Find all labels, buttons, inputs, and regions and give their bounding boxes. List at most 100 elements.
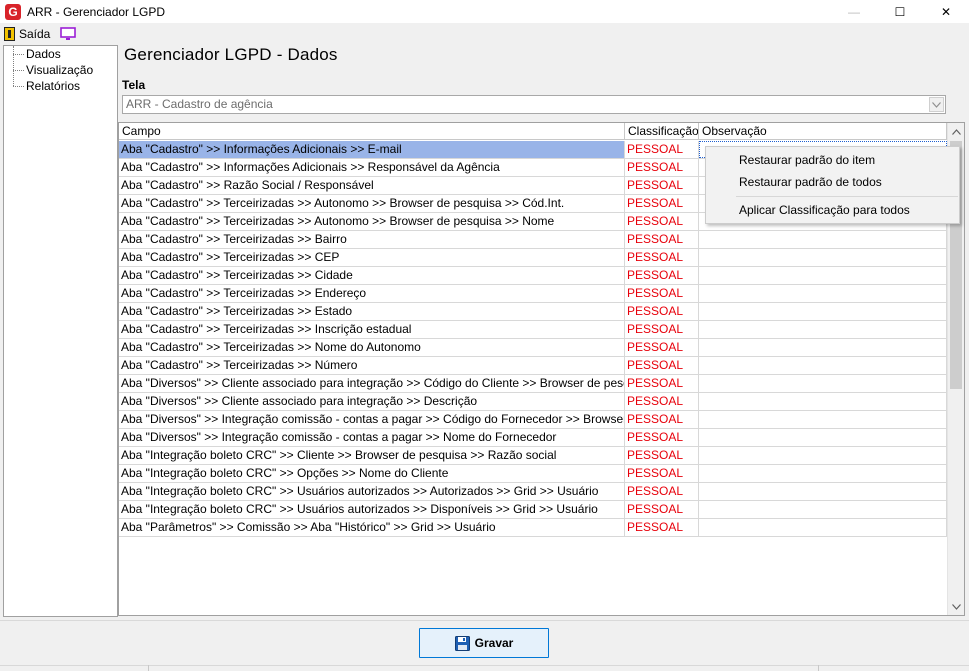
cell-campo[interactable]: Aba "Diversos" >> Cliente associado para… bbox=[119, 393, 625, 410]
table-row[interactable]: Aba "Diversos" >> Cliente associado para… bbox=[119, 393, 947, 411]
cell-campo[interactable]: Aba "Integração boleto CRC" >> Usuários … bbox=[119, 501, 625, 518]
cell-campo[interactable]: Aba "Cadastro" >> Terceirizadas >> Estad… bbox=[119, 303, 625, 320]
table-row[interactable]: Aba "Cadastro" >> Terceirizadas >> Nome … bbox=[119, 339, 947, 357]
table-row[interactable]: Aba "Cadastro" >> Terceirizadas >> Ender… bbox=[119, 285, 947, 303]
column-header-classificacao[interactable]: Classificação bbox=[625, 123, 699, 140]
table-row[interactable]: Aba "Parâmetros" >> Comissão >> Aba "His… bbox=[119, 519, 947, 537]
cell-classificacao[interactable]: PESSOAL bbox=[625, 375, 699, 392]
cell-classificacao[interactable]: PESSOAL bbox=[625, 195, 699, 212]
tree-item-relatorios[interactable]: Relatórios bbox=[4, 78, 117, 94]
chevron-down-icon[interactable] bbox=[929, 97, 944, 112]
cell-classificacao[interactable]: PESSOAL bbox=[625, 159, 699, 176]
cell-campo[interactable]: Aba "Cadastro" >> Terceirizadas >> Nome … bbox=[119, 339, 625, 356]
cell-campo[interactable]: Aba "Cadastro" >> Informações Adicionais… bbox=[119, 159, 625, 176]
cell-campo[interactable]: Aba "Cadastro" >> Terceirizadas >> Númer… bbox=[119, 357, 625, 374]
cell-classificacao[interactable]: PESSOAL bbox=[625, 285, 699, 302]
maximize-button[interactable]: ☐ bbox=[877, 0, 923, 24]
context-item-apply-classification[interactable]: Aplicar Classificação para todos bbox=[739, 203, 910, 217]
cell-campo[interactable]: Aba "Parâmetros" >> Comissão >> Aba "His… bbox=[119, 519, 625, 536]
column-header-campo[interactable]: Campo bbox=[119, 123, 625, 140]
cell-observacao[interactable] bbox=[699, 501, 947, 518]
table-row[interactable]: Aba "Integração boleto CRC" >> Usuários … bbox=[119, 501, 947, 519]
cell-campo[interactable]: Aba "Integração boleto CRC" >> Opções >>… bbox=[119, 465, 625, 482]
cell-campo[interactable]: Aba "Integração boleto CRC" >> Cliente >… bbox=[119, 447, 625, 464]
cell-classificacao[interactable]: PESSOAL bbox=[625, 249, 699, 266]
monitor-icon[interactable] bbox=[60, 27, 77, 41]
cell-observacao[interactable] bbox=[699, 483, 947, 500]
cell-classificacao[interactable]: PESSOAL bbox=[625, 213, 699, 230]
cell-observacao[interactable] bbox=[699, 249, 947, 266]
cell-campo[interactable]: Aba "Cadastro" >> Terceirizadas >> Inscr… bbox=[119, 321, 625, 338]
table-row[interactable]: Aba "Cadastro" >> Terceirizadas >> Inscr… bbox=[119, 321, 947, 339]
table-row[interactable]: Aba "Integração boleto CRC" >> Cliente >… bbox=[119, 447, 947, 465]
cell-classificacao[interactable]: PESSOAL bbox=[625, 519, 699, 536]
cell-observacao[interactable] bbox=[699, 321, 947, 338]
cell-observacao[interactable] bbox=[699, 429, 947, 446]
tree-item-visualizacao[interactable]: Visualização bbox=[4, 62, 117, 78]
cell-observacao[interactable] bbox=[699, 303, 947, 320]
cell-observacao[interactable] bbox=[699, 267, 947, 284]
table-row[interactable]: Aba "Diversos" >> Cliente associado para… bbox=[119, 375, 947, 393]
cell-classificacao[interactable]: PESSOAL bbox=[625, 483, 699, 500]
cell-classificacao[interactable]: PESSOAL bbox=[625, 267, 699, 284]
cell-classificacao[interactable]: PESSOAL bbox=[625, 411, 699, 428]
cell-observacao[interactable] bbox=[699, 465, 947, 482]
close-button[interactable]: ✕ bbox=[923, 0, 969, 24]
cell-observacao[interactable] bbox=[699, 231, 947, 248]
table-row[interactable]: Aba "Cadastro" >> Terceirizadas >> Cidad… bbox=[119, 267, 947, 285]
cell-campo[interactable]: Aba "Cadastro" >> Razão Social / Respons… bbox=[119, 177, 625, 194]
exit-door-icon bbox=[4, 27, 15, 41]
cell-campo[interactable]: Aba "Cadastro" >> Terceirizadas >> Ender… bbox=[119, 285, 625, 302]
cell-campo[interactable]: Aba "Cadastro" >> Terceirizadas >> Cidad… bbox=[119, 267, 625, 284]
cell-classificacao[interactable]: PESSOAL bbox=[625, 393, 699, 410]
cell-campo[interactable]: Aba "Diversos" >> Cliente associado para… bbox=[119, 375, 625, 392]
context-item-restore-all[interactable]: Restaurar padrão de todos bbox=[739, 175, 882, 189]
cell-classificacao[interactable]: PESSOAL bbox=[625, 501, 699, 518]
table-row[interactable]: Aba "Diversos" >> Integração comissão - … bbox=[119, 411, 947, 429]
cell-classificacao[interactable]: PESSOAL bbox=[625, 339, 699, 356]
cell-classificacao[interactable]: PESSOAL bbox=[625, 177, 699, 194]
table-row[interactable]: Aba "Diversos" >> Integração comissão - … bbox=[119, 429, 947, 447]
cell-observacao[interactable] bbox=[699, 339, 947, 356]
save-button[interactable]: Gravar bbox=[419, 628, 549, 658]
cell-observacao[interactable] bbox=[699, 411, 947, 428]
app-logo-icon: G bbox=[5, 3, 21, 20]
context-item-restore-item[interactable]: Restaurar padrão do item bbox=[739, 153, 875, 167]
cell-classificacao[interactable]: PESSOAL bbox=[625, 447, 699, 464]
cell-campo[interactable]: Aba "Diversos" >> Integração comissão - … bbox=[119, 411, 625, 428]
cell-campo[interactable]: Aba "Cadastro" >> Terceirizadas >> CEP bbox=[119, 249, 625, 266]
cell-campo[interactable]: Aba "Cadastro" >> Terceirizadas >> Bairr… bbox=[119, 231, 625, 248]
cell-observacao[interactable] bbox=[699, 285, 947, 302]
cell-campo[interactable]: Aba "Diversos" >> Integração comissão - … bbox=[119, 429, 625, 446]
cell-observacao[interactable] bbox=[699, 393, 947, 410]
exit-menu-item[interactable]: Saída bbox=[4, 27, 50, 41]
cell-classificacao[interactable]: PESSOAL bbox=[625, 141, 699, 158]
cell-classificacao[interactable]: PESSOAL bbox=[625, 465, 699, 482]
scroll-up-icon[interactable] bbox=[948, 123, 964, 140]
cell-classificacao[interactable]: PESSOAL bbox=[625, 321, 699, 338]
scroll-down-icon[interactable] bbox=[948, 598, 964, 615]
cell-classificacao[interactable]: PESSOAL bbox=[625, 303, 699, 320]
table-row[interactable]: Aba "Cadastro" >> Terceirizadas >> Bairr… bbox=[119, 231, 947, 249]
cell-observacao[interactable] bbox=[699, 375, 947, 392]
cell-campo[interactable]: Aba "Cadastro" >> Terceirizadas >> Auton… bbox=[119, 195, 625, 212]
cell-classificacao[interactable]: PESSOAL bbox=[625, 357, 699, 374]
table-row[interactable]: Aba "Integração boleto CRC" >> Usuários … bbox=[119, 483, 947, 501]
cell-observacao[interactable] bbox=[699, 357, 947, 374]
table-row[interactable]: Aba "Integração boleto CRC" >> Opções >>… bbox=[119, 465, 947, 483]
table-row[interactable]: Aba "Cadastro" >> Terceirizadas >> Númer… bbox=[119, 357, 947, 375]
column-header-observacao[interactable]: Observação bbox=[699, 123, 947, 140]
cell-classificacao[interactable]: PESSOAL bbox=[625, 231, 699, 248]
cell-campo[interactable]: Aba "Cadastro" >> Terceirizadas >> Auton… bbox=[119, 213, 625, 230]
cell-observacao[interactable] bbox=[699, 447, 947, 464]
table-row[interactable]: Aba "Cadastro" >> Terceirizadas >> CEP PE… bbox=[119, 249, 947, 267]
cell-observacao[interactable] bbox=[699, 519, 947, 536]
floppy-disk-icon bbox=[454, 635, 470, 651]
tree-item-dados[interactable]: Dados bbox=[4, 46, 117, 62]
cell-campo[interactable]: Aba "Integração boleto CRC" >> Usuários … bbox=[119, 483, 625, 500]
minimize-button[interactable]: — bbox=[831, 0, 877, 24]
tela-select[interactable]: ARR - Cadastro de agência bbox=[122, 95, 946, 114]
table-row[interactable]: Aba "Cadastro" >> Terceirizadas >> Estad… bbox=[119, 303, 947, 321]
cell-classificacao[interactable]: PESSOAL bbox=[625, 429, 699, 446]
cell-campo[interactable]: Aba "Cadastro" >> Informações Adicionais… bbox=[119, 141, 625, 158]
